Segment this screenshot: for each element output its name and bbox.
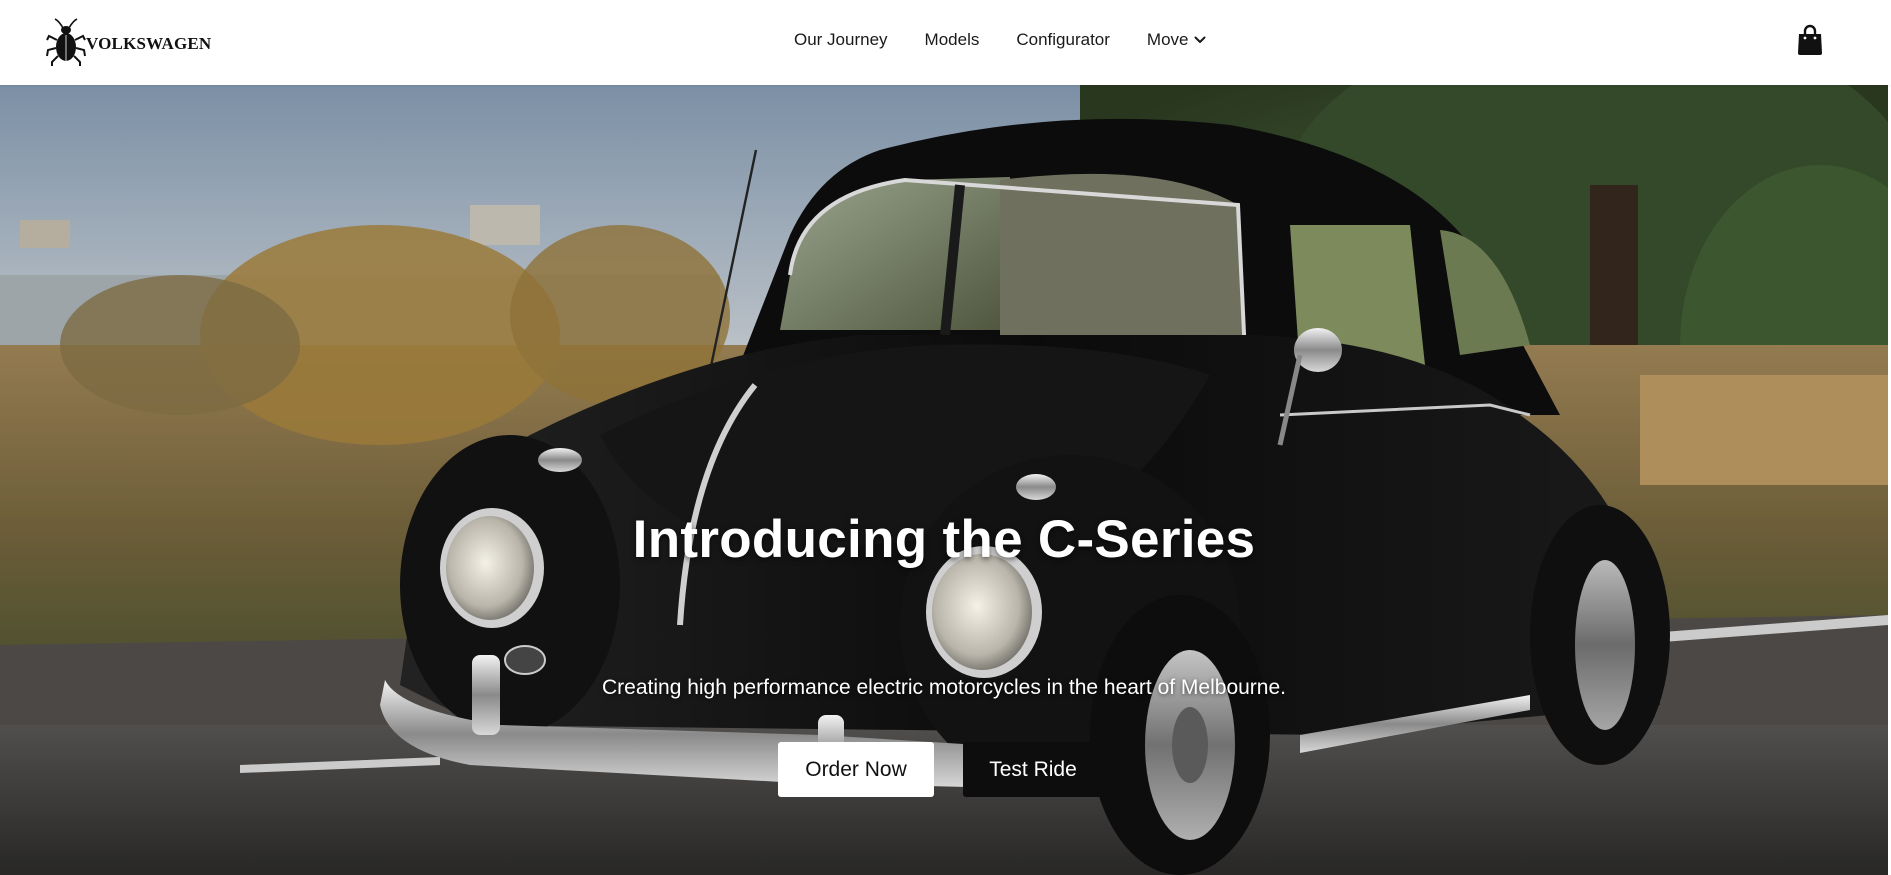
top-navigation: VOLKSWAGEN Our Journey Models Configurat… [0,0,1891,85]
test-ride-button[interactable]: Test Ride [963,742,1103,797]
brand-logo[interactable]: VOLKSWAGEN [46,18,211,66]
hero-title: Introducing the C-Series [632,510,1256,569]
nav-item-configurator[interactable]: Configurator [1016,30,1110,50]
nav-item-models[interactable]: Models [925,30,980,50]
chevron-down-icon [1194,36,1205,43]
hero-subtitle: Creating high performance electric motor… [602,676,1286,699]
hero-section: Introducing the C-Series Creating high p… [0,85,1888,875]
nav-item-our-journey[interactable]: Our Journey [794,30,888,50]
nav-item-move-label: Move [1146,30,1189,49]
brand-name: VOLKSWAGEN [86,34,212,53]
order-now-button[interactable]: Order Now [778,742,934,797]
beetle-icon [46,18,86,66]
main-menu: Our Journey Models Configurator Move [794,30,1207,50]
nav-item-move[interactable]: Move [1147,30,1207,50]
hero-car-photo [0,85,1888,875]
shopping-bag-icon[interactable] [1796,24,1824,56]
